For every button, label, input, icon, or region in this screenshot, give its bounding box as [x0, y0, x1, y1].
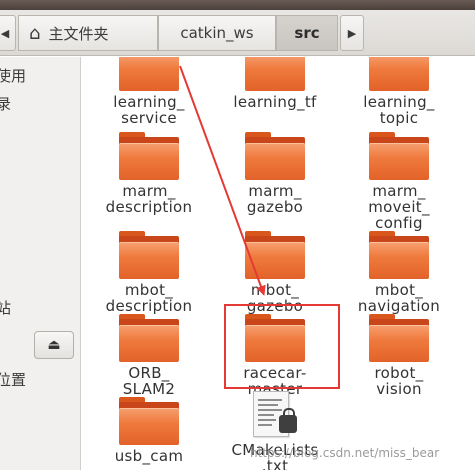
sidebar-item-site[interactable]: 站	[0, 297, 11, 318]
breadcrumb-catkin-ws[interactable]: catkin_ws	[158, 15, 276, 51]
triangle-right-icon: ▶	[347, 26, 357, 40]
file-name: robot_ vision	[374, 364, 424, 398]
places-sidebar: 使用 录 站 ⏏ 位置	[0, 57, 81, 470]
file-name: ORB_ SLAM2	[122, 364, 176, 398]
folder-icon	[245, 57, 305, 91]
sidebar-item-locations[interactable]: 位置	[0, 369, 26, 390]
breadcrumb-src[interactable]: src	[276, 15, 338, 51]
eject-icon: ⏏	[47, 337, 61, 353]
file-name: mbot_ navigation	[357, 281, 441, 315]
file-name: marm_ description	[105, 182, 193, 216]
folder-icon	[119, 314, 179, 362]
path-forward-button[interactable]: ▶	[340, 15, 364, 51]
breadcrumb-home-label: 主文件夹	[48, 24, 109, 43]
triangle-left-icon: ◀	[0, 26, 10, 40]
folder-item[interactable]: mbot_ description	[84, 231, 214, 314]
folder-icon	[119, 231, 179, 279]
folder-item[interactable]: usb_cam	[84, 397, 214, 464]
folder-icon	[245, 231, 305, 279]
folder-icon	[245, 132, 305, 180]
folder-icon	[119, 132, 179, 180]
folder-icon	[369, 314, 429, 362]
annotation-highlight-box	[224, 304, 340, 389]
window-titlebar	[0, 0, 475, 10]
path-back-button[interactable]: ◀	[0, 15, 16, 51]
folder-icon	[119, 397, 179, 445]
file-grid: learning_ service learning_tf learning_ …	[81, 57, 475, 470]
sidebar-item-folder[interactable]: 录	[0, 93, 11, 114]
folder-item[interactable]: robot_ vision	[334, 314, 464, 397]
file-name: marm_ gazebo	[246, 182, 304, 216]
folder-item[interactable]: mbot_ gazebo	[210, 231, 340, 314]
folder-item[interactable]: marm_ moveit_ config	[334, 132, 464, 231]
watermark: https://blog.csdn.net/miss_bear	[250, 446, 440, 460]
breadcrumb-label: catkin_ws	[180, 24, 254, 42]
folder-icon	[119, 57, 179, 91]
file-name: marm_ moveit_ config	[368, 182, 430, 232]
folder-item[interactable]: marm_ description	[84, 132, 214, 215]
text-file-icon	[253, 391, 297, 439]
file-name: learning_tf	[233, 93, 317, 111]
breadcrumb-home[interactable]: ⌂ 主文件夹	[18, 15, 158, 51]
folder-icon	[369, 57, 429, 91]
path-bar: ◀ ⌂ 主文件夹 catkin_ws src ▶	[0, 10, 475, 56]
folder-item[interactable]: learning_ topic	[334, 57, 464, 126]
file-name: usb_cam	[114, 447, 184, 465]
eject-button[interactable]: ⏏	[34, 331, 74, 359]
folder-item[interactable]: ORB_ SLAM2	[84, 314, 214, 397]
file-name: learning_ topic	[363, 93, 435, 127]
folder-item[interactable]: marm_ gazebo	[210, 132, 340, 215]
file-name: learning_ service	[113, 93, 185, 127]
sidebar-item-recent[interactable]: 使用	[0, 65, 26, 86]
folder-item[interactable]: learning_tf	[210, 57, 340, 110]
folder-icon	[369, 132, 429, 180]
folder-item[interactable]: learning_ service	[84, 57, 214, 126]
file-name: mbot_ description	[105, 281, 193, 315]
lock-icon	[279, 408, 297, 433]
breadcrumb-label: src	[294, 24, 320, 42]
folder-item[interactable]: mbot_ navigation	[334, 231, 464, 314]
folder-icon	[369, 231, 429, 279]
home-icon: ⌂	[29, 22, 41, 44]
